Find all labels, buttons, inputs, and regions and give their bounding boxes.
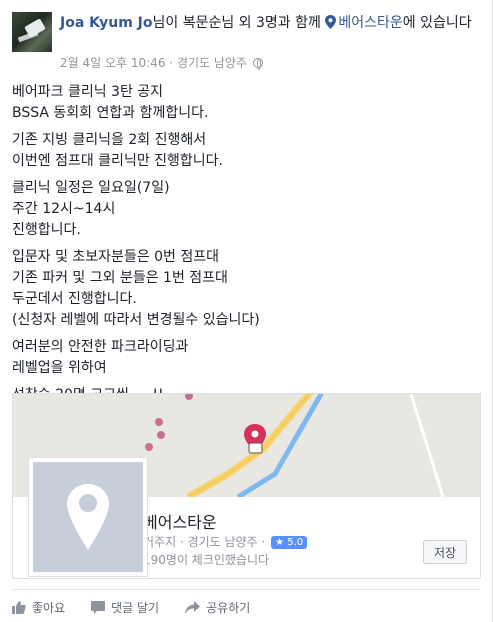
body-paragraph: 기존 지빙 클리닉을 2회 진행해서 이번엔 점프대 클리닉만 진행합니다. — [12, 132, 223, 169]
location-pin-icon — [325, 15, 337, 29]
meta-location[interactable]: 경기도 남양주 — [177, 56, 247, 70]
like-button[interactable]: 좋아요 — [12, 596, 65, 618]
place-name[interactable]: 베어스타운 — [143, 509, 217, 533]
comment-button[interactable]: 댓글 달기 — [91, 596, 159, 618]
place-link[interactable]: 베어스타운 — [338, 15, 402, 31]
body-paragraph: 여러분의 안전한 파크라이딩과 레벨업을 위하여 — [12, 339, 189, 376]
save-button[interactable]: 저장 — [423, 540, 467, 564]
comment-icon — [91, 600, 106, 614]
like-label: 좋아요 — [32, 600, 66, 615]
body-paragraph: 입문자 및 초보자분들은 0번 점프대 기존 파커 및 그외 분들은 1번 점프… — [12, 249, 260, 328]
feed-post: Joa Kyum Jo님이 복문순님 외 3명과 함께 베어스타운에 있습니다 … — [0, 0, 493, 622]
body-paragraph: 베어파크 클리닉 3탄 공지 BSSA 동회회 연합과 함께합니다. — [12, 84, 209, 121]
place-thumbnail[interactable] — [28, 457, 148, 577]
place-category-text: 거주지 · 경기도 남양주 · — [143, 535, 266, 549]
share-button[interactable]: 공유하기 — [185, 596, 250, 618]
avatar[interactable] — [12, 12, 52, 52]
share-icon — [185, 600, 201, 614]
timestamp[interactable]: 2월 4일 오후 10:46 — [60, 56, 165, 70]
post-actions: 좋아요 댓글 달기 공유하기 — [12, 596, 276, 618]
place-card[interactable]: 베어스타운 거주지 · 경기도 남양주 · ★ 5.0 190명이 체크인했습니… — [12, 393, 481, 579]
headline-end: 에 있습니다 — [402, 15, 472, 31]
headline-text: 님이 복문순님 외 3명과 함께 — [152, 15, 321, 31]
author-name[interactable]: Joa Kyum Jo — [60, 15, 152, 31]
place-pin-icon — [67, 484, 109, 550]
comment-label: 댓글 달기 — [111, 600, 160, 615]
rating-badge: ★ 5.0 — [271, 536, 308, 549]
place-category: 거주지 · 경기도 남양주 · ★ 5.0 — [143, 533, 308, 550]
globe-icon[interactable] — [252, 58, 263, 70]
body-paragraph: 클리닉 일정은 일요일(7일) 주간 12시~14시 진행합니다. — [12, 180, 170, 238]
post-body: 베어파크 클리닉 3탄 공지 BSSA 동회회 연합과 함께합니다. 기존 지빙… — [12, 82, 482, 412]
post-headline: Joa Kyum Jo님이 복문순님 외 3명과 함께 베어스타운에 있습니다 — [60, 13, 480, 33]
share-label: 공유하기 — [206, 600, 251, 615]
meta-separator: · — [169, 56, 174, 70]
checkin-count: 190명이 체크인했습니다 — [143, 553, 270, 567]
post-meta: 2월 4일 오후 10:46 · 경기도 남양주 — [60, 54, 263, 71]
actions-divider — [12, 589, 481, 590]
like-icon — [12, 600, 26, 614]
